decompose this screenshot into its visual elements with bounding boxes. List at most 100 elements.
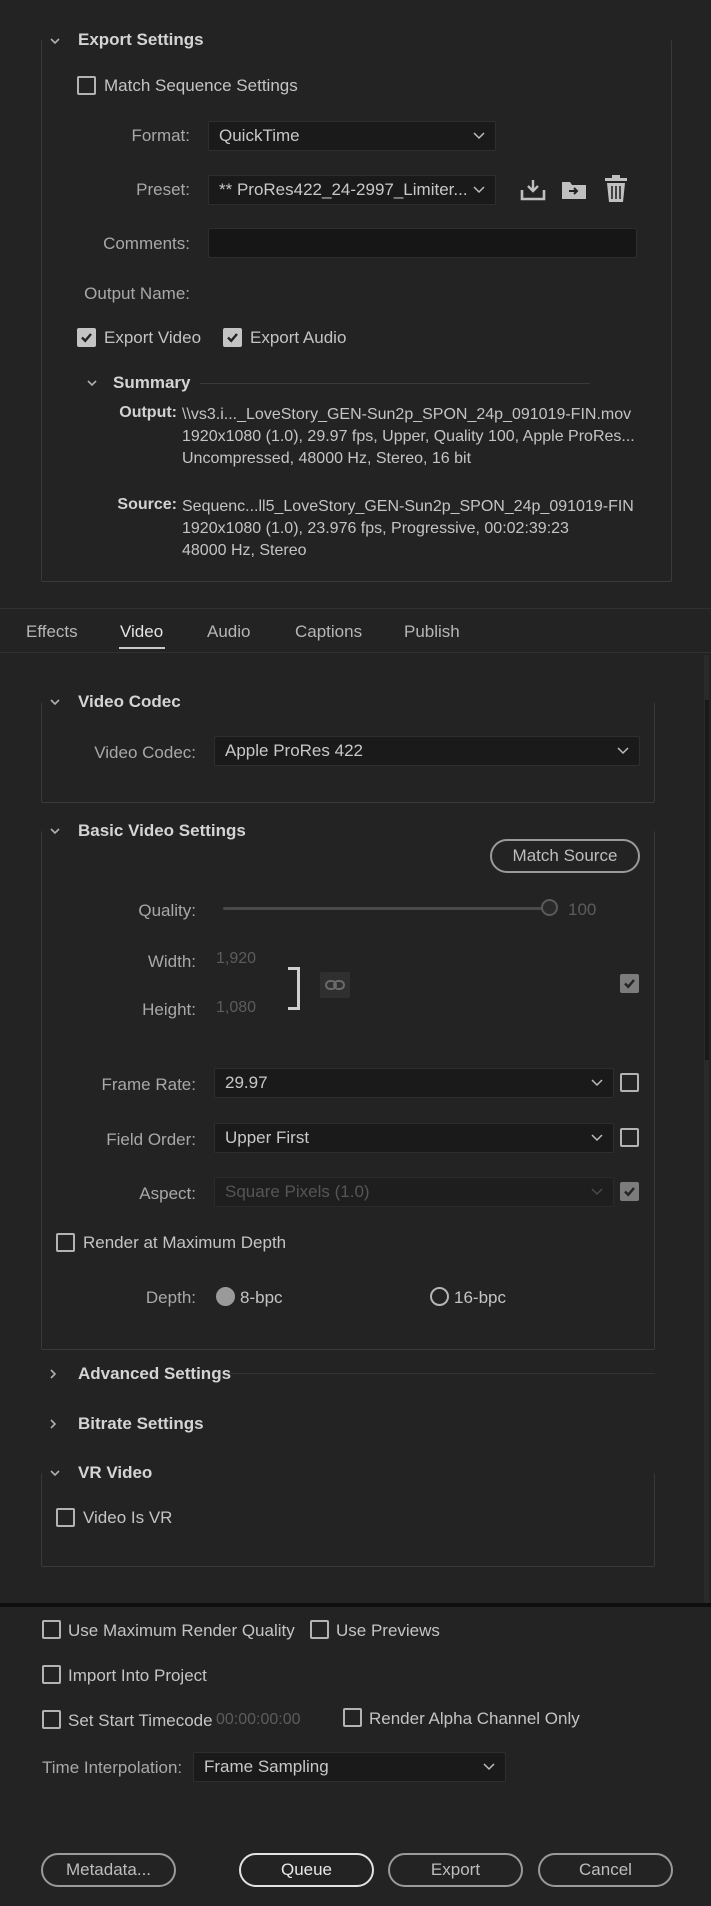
depth-8bpc-radio[interactable] [216,1287,235,1306]
import-into-project-checkbox[interactable] [42,1665,61,1684]
summary-output: \\vs3.i..._LoveStory_GEN-Sun2p_SPON_24p_… [182,404,682,470]
preset-value: ** ProRes422_24-2997_Limiter... [219,180,468,199]
comments-label: Comments: [103,234,190,253]
scrollbar-thumb[interactable] [705,700,709,1060]
render-max-depth-checkbox[interactable] [56,1233,75,1252]
tab-captions[interactable]: Captions [295,622,362,642]
video-codec-value: Apple ProRes 422 [225,741,363,760]
use-previews-label: Use Previews [336,1621,440,1640]
video-codec-label: Video Codec: [94,743,196,762]
summary-divider [200,383,590,384]
chevron-down-icon [591,1134,603,1142]
summary-output-line: Uncompressed, 48000 Hz, Stereo, 16 bit [182,450,472,467]
depth-8bpc-label: 8-bpc [240,1288,283,1307]
quality-slider-handle[interactable] [541,899,558,916]
advanced-settings-header[interactable]: Advanced Settings [78,1364,231,1384]
tab-effects[interactable]: Effects [26,622,78,642]
summary-header: Summary [113,373,191,392]
format-label: Format: [131,126,190,145]
tab-video-underline [119,647,165,649]
use-max-render-checkbox[interactable] [42,1620,61,1639]
match-sequence-checkbox[interactable] [77,76,96,95]
render-alpha-only-checkbox[interactable] [343,1708,362,1727]
use-previews-checkbox[interactable] [310,1620,329,1639]
bitrate-settings-expand-icon[interactable] [47,1418,59,1430]
frame-rate-override-checkbox[interactable] [620,1073,639,1092]
summary-source-line: 48000 Hz, Stereo [182,542,307,559]
chevron-down-icon [483,1763,495,1771]
width-value: 1,920 [216,950,257,967]
aspect-dropdown[interactable]: Square Pixels (1.0) [214,1177,614,1207]
comments-field[interactable] [208,228,637,258]
export-audio-checkbox[interactable] [223,328,242,347]
render-max-depth-label: Render at Maximum Depth [83,1233,287,1252]
summary-output-line: \\vs3.i..._LoveStory_GEN-Sun2p_SPON_24p_… [182,406,632,423]
metadata-button[interactable]: Metadata... [41,1853,176,1887]
field-order-dropdown[interactable]: Upper First [214,1123,614,1153]
depth-16bpc-label: 16-bpc [454,1288,506,1307]
depth-16bpc-radio[interactable] [430,1287,449,1306]
tab-audio[interactable]: Audio [207,622,250,642]
video-is-vr-checkbox[interactable] [56,1508,75,1527]
bitrate-settings-header[interactable]: Bitrate Settings [78,1414,204,1434]
export-video-checkbox[interactable] [77,328,96,347]
summary-source: Sequenc...ll5_LoveStory_GEN-Sun2p_SPON_2… [182,496,682,562]
tab-video[interactable]: Video [120,622,163,642]
aspect-label: Aspect: [139,1184,196,1203]
preset-dropdown[interactable]: ** ProRes422_24-2997_Limiter... [208,175,496,205]
field-order-label: Field Order: [106,1130,196,1149]
chevron-down-icon [591,1079,603,1087]
bottom-divider [0,1603,711,1607]
match-source-button[interactable]: Match Source [490,839,640,873]
queue-button[interactable]: Queue [239,1853,374,1887]
field-order-value: Upper First [225,1128,310,1147]
use-max-render-label: Use Maximum Render Quality [68,1621,295,1640]
quality-slider-track[interactable] [223,907,543,910]
match-sequence-label: Match Sequence Settings [104,76,298,95]
export-button[interactable]: Export [388,1853,523,1887]
chevron-down-icon [473,186,485,194]
width-label: Width: [147,952,196,971]
chevron-down-icon [617,747,629,755]
frame-rate-value: 29.97 [225,1073,268,1092]
preset-label: Preset: [136,180,190,199]
field-order-override-checkbox[interactable] [620,1128,639,1147]
summary-source-line: 1920x1080 (1.0), 23.976 fps, Progressive… [182,520,569,537]
chevron-down-icon [473,132,485,140]
time-interpolation-label: Time Interpolation: [42,1758,183,1777]
render-alpha-only-label: Render Alpha Channel Only [369,1709,580,1728]
depth-label: Depth: [145,1288,196,1307]
tabs-divider-bottom [0,652,711,653]
advanced-settings-divider [230,1373,655,1374]
video-codec-dropdown[interactable]: Apple ProRes 422 [214,736,640,766]
export-video-label: Export Video [104,328,202,347]
save-preset-icon[interactable] [520,178,546,202]
frame-rate-dropdown[interactable]: 29.97 [214,1068,614,1098]
delete-preset-icon[interactable] [604,175,628,203]
cancel-button[interactable]: Cancel [538,1853,673,1887]
tab-publish[interactable]: Publish [404,622,460,642]
advanced-settings-expand-icon[interactable] [47,1368,59,1380]
format-value: QuickTime [219,126,300,145]
chevron-down-icon [591,1188,603,1196]
dimension-bracket [288,967,300,1010]
time-interpolation-dropdown[interactable]: Frame Sampling [193,1752,506,1782]
format-dropdown[interactable]: QuickTime [208,121,496,151]
time-interpolation-value: Frame Sampling [204,1757,329,1776]
set-start-timecode-checkbox[interactable] [42,1710,61,1729]
video-is-vr-label: Video Is VR [83,1508,173,1527]
aspect-override-checkbox[interactable] [620,1182,639,1201]
summary-source-line: Sequenc...ll5_LoveStory_GEN-Sun2p_SPON_2… [182,498,634,515]
link-icon[interactable] [320,972,350,998]
aspect-value: Square Pixels (1.0) [225,1182,370,1201]
start-timecode-value[interactable]: 00:00:00:00 [216,1711,301,1729]
summary-source-key: Source: [117,496,177,513]
quality-value: 100 [568,900,597,919]
import-preset-icon[interactable] [560,178,588,202]
export-audio-label: Export Audio [250,328,347,347]
output-name-label: Output Name: [84,284,190,303]
summary-collapse-icon[interactable] [86,377,98,389]
height-label: Height: [142,1000,196,1019]
width-height-override-checkbox[interactable] [620,974,639,993]
frame-rate-label: Frame Rate: [101,1075,196,1094]
